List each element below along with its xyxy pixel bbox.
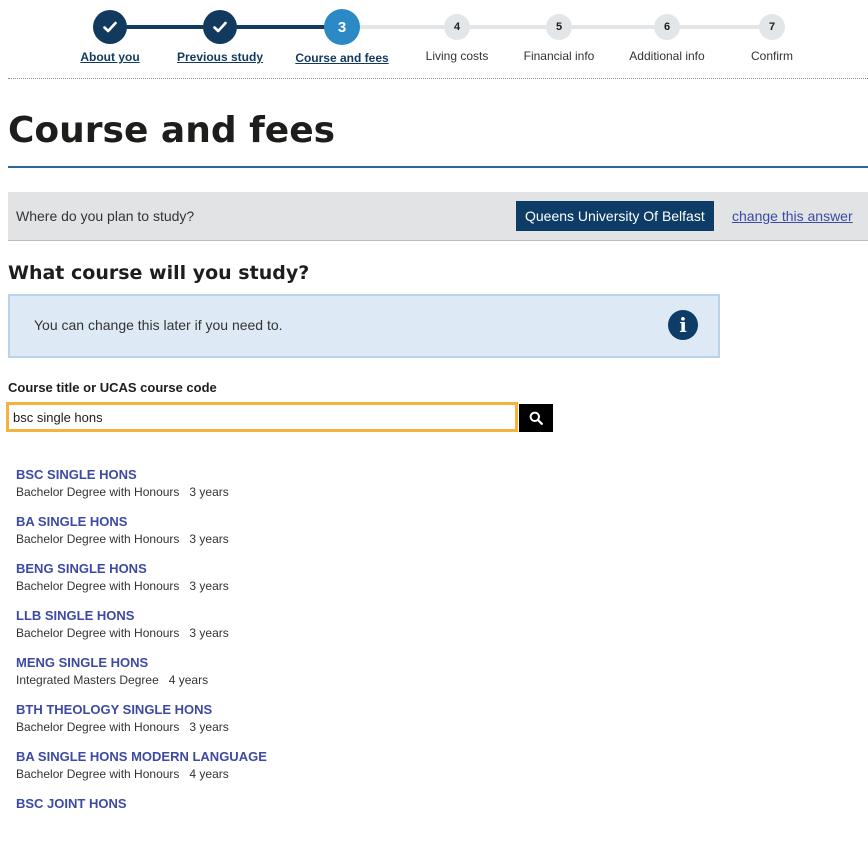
info-icon: i xyxy=(668,310,698,340)
course-degree: Bachelor Degree with Honours xyxy=(16,485,180,499)
course-duration: 3 years xyxy=(189,532,229,546)
course-duration: 4 years xyxy=(168,673,209,687)
step-confirm: 7 Confirm xyxy=(712,10,832,63)
search-icon xyxy=(529,411,543,425)
step-label: Financial info xyxy=(523,49,595,63)
answer-question: Where do you plan to study? xyxy=(16,208,195,224)
step-financial-info: 5 Financial info xyxy=(499,10,619,63)
course-title-link[interactable]: BENG SINGLE HONS xyxy=(16,561,267,577)
course-degree: Integrated Masters Degree xyxy=(16,673,159,687)
list-item[interactable]: LLB SINGLE HONS Bachelor Degree with Hon… xyxy=(16,608,267,655)
list-item[interactable]: BA SINGLE HONS MODERN LANGUAGE Bachelor … xyxy=(16,749,267,796)
step-previous-study[interactable]: Previous study xyxy=(160,10,280,64)
info-text: You can change this later if you need to… xyxy=(34,317,283,333)
course-duration: 3 years xyxy=(189,626,229,640)
course-details: Integrated Masters Degree 4 years xyxy=(16,672,267,688)
list-item[interactable]: BTH THEOLOGY SINGLE HONS Bachelor Degree… xyxy=(16,702,267,749)
course-title-link[interactable]: MENG SINGLE HONS xyxy=(16,655,267,671)
step-number: 3 xyxy=(324,9,360,45)
course-results-list: BSC SINGLE HONS Bachelor Degree with Hon… xyxy=(16,467,267,843)
course-title-link[interactable]: LLB SINGLE HONS xyxy=(16,608,267,624)
course-search-label: Course title or UCAS course code xyxy=(8,380,217,395)
step-number: 6 xyxy=(654,14,680,40)
check-icon xyxy=(93,10,127,44)
course-degree: Bachelor Degree with Honours xyxy=(16,532,180,546)
list-item[interactable]: BENG SINGLE HONS Bachelor Degree with Ho… xyxy=(16,561,267,608)
step-label: Additional info xyxy=(629,49,705,63)
course-duration: 3 years xyxy=(189,485,229,499)
step-label: Confirm xyxy=(750,49,793,63)
list-item[interactable]: BA SINGLE HONS Bachelor Degree with Hono… xyxy=(16,514,267,561)
answer-value-badge: Queens University Of Belfast xyxy=(516,201,714,231)
course-degree: Bachelor Degree with Honours xyxy=(16,767,180,781)
search-button[interactable] xyxy=(519,404,553,432)
course-title-link[interactable]: BSC JOINT HONS xyxy=(16,796,267,812)
divider xyxy=(8,78,868,79)
step-course-and-fees[interactable]: 3 Course and fees xyxy=(282,9,402,65)
course-details: Bachelor Degree with Honours 4 years xyxy=(16,766,267,782)
course-degree: Bachelor Degree with Honours xyxy=(16,579,180,593)
step-label[interactable]: About you xyxy=(50,50,170,64)
course-degree: Bachelor Degree with Honours xyxy=(16,720,180,734)
check-icon xyxy=(203,10,237,44)
step-label[interactable]: Previous study xyxy=(160,50,280,64)
list-item[interactable]: BSC SINGLE HONS Bachelor Degree with Hon… xyxy=(16,467,267,514)
progress-stepper: About you Previous study 3 Course and fe… xyxy=(0,0,868,80)
course-title-link[interactable]: BA SINGLE HONS MODERN LANGUAGE xyxy=(16,749,267,765)
list-item[interactable]: BSC JOINT HONS xyxy=(16,796,267,843)
course-duration: 4 years xyxy=(189,767,229,781)
previous-answer-bar: Where do you plan to study? Queens Unive… xyxy=(8,192,868,241)
course-title-link[interactable]: BSC SINGLE HONS xyxy=(16,467,267,483)
step-about-you[interactable]: About you xyxy=(50,10,170,64)
step-number: 7 xyxy=(759,14,785,40)
step-number: 5 xyxy=(546,14,572,40)
course-search-input[interactable] xyxy=(6,402,518,432)
course-details: Bachelor Degree with Honours 3 years xyxy=(16,625,267,641)
list-item[interactable]: MENG SINGLE HONS Integrated Masters Degr… xyxy=(16,655,267,702)
course-title-link[interactable]: BTH THEOLOGY SINGLE HONS xyxy=(16,702,267,718)
step-label[interactable]: Course and fees xyxy=(282,51,402,65)
course-details: Bachelor Degree with Honours 3 years xyxy=(16,531,267,547)
step-additional-info: 6 Additional info xyxy=(607,10,727,63)
change-answer-link[interactable]: change this answer xyxy=(732,208,853,224)
course-title-link[interactable]: BA SINGLE HONS xyxy=(16,514,267,530)
info-panel: You can change this later if you need to… xyxy=(8,294,720,358)
course-details: Bachelor Degree with Honours 3 years xyxy=(16,719,267,735)
course-details: Bachelor Degree with Honours 3 years xyxy=(16,484,267,500)
title-underline xyxy=(8,166,868,168)
step-number: 4 xyxy=(444,14,470,40)
course-duration: 3 years xyxy=(189,720,229,734)
course-details: Bachelor Degree with Honours 3 years xyxy=(16,578,267,594)
course-degree: Bachelor Degree with Honours xyxy=(16,626,180,640)
page-title: Course and fees xyxy=(8,110,336,151)
course-duration: 3 years xyxy=(189,579,229,593)
question-heading: What course will you study? xyxy=(8,262,310,284)
